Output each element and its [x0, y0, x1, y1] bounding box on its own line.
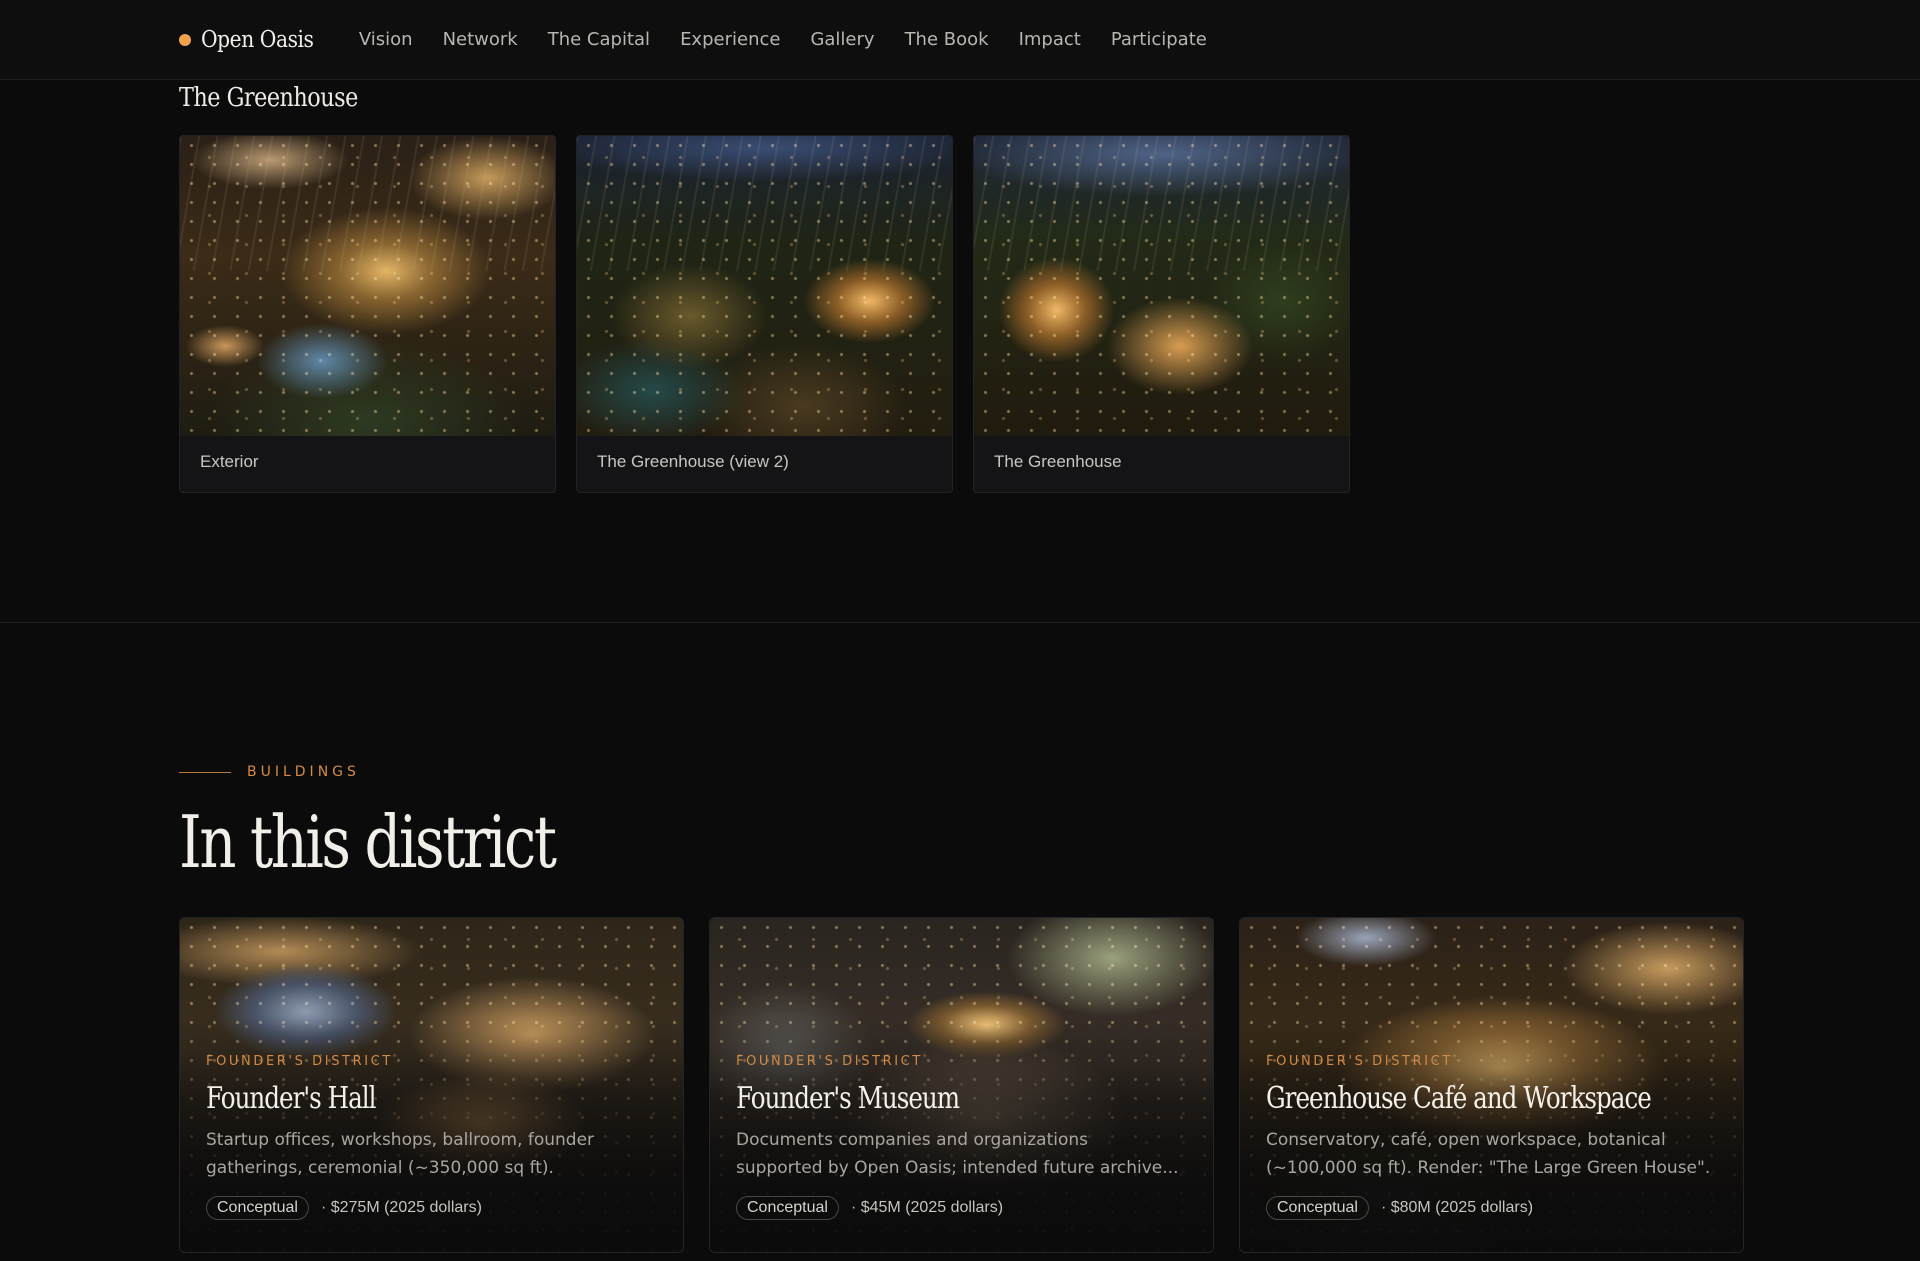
status-badge: Conceptual [206, 1196, 309, 1220]
buildings-grid: FOUNDER'S DISTRICT Founder's Hall Startu… [179, 917, 1744, 1253]
gallery-caption: Exterior [200, 452, 259, 471]
building-cost: · $275M (2025 dollars) [320, 1199, 482, 1216]
eyebrow-label: BUILDINGS [247, 764, 360, 780]
gallery-card-exterior[interactable]: Exterior [179, 135, 556, 493]
nav-link-network[interactable]: Network [443, 29, 518, 50]
building-cost: · $80M (2025 dollars) [1380, 1199, 1534, 1216]
building-card-founders-hall[interactable]: FOUNDER'S DISTRICT Founder's Hall Startu… [179, 917, 684, 1253]
section-title: In this district [179, 800, 557, 884]
nav-link-vision[interactable]: Vision [359, 29, 413, 50]
gallery-grid: Exterior The Greenhouse (view 2) The Gre… [179, 135, 1350, 493]
building-description: Startup offices, workshops, ballroom, fo… [206, 1130, 595, 1178]
brand-logo[interactable]: Open Oasis [179, 27, 329, 53]
brand-dot-icon [179, 33, 191, 46]
gallery-image [577, 136, 952, 436]
status-badge: Conceptual [736, 1196, 839, 1220]
building-cost: · $45M (2025 dollars) [850, 1199, 1004, 1216]
nav-link-experience[interactable]: Experience [680, 29, 780, 50]
nav-link-impact[interactable]: Impact [1019, 29, 1081, 50]
building-district: FOUNDER'S DISTRICT [1266, 1054, 1453, 1069]
brand-name: Open Oasis [201, 26, 314, 53]
building-description: Documents companies and organizations su… [736, 1130, 1179, 1178]
gallery-image [180, 136, 555, 436]
building-name: Founder's Hall [206, 1081, 377, 1116]
top-nav: Open Oasis Vision Network The Capital Ex… [0, 0, 1920, 80]
eyebrow-rule [179, 771, 231, 773]
building-card-founders-museum[interactable]: FOUNDER'S DISTRICT Founder's Museum Docu… [709, 917, 1214, 1253]
building-district: FOUNDER'S DISTRICT [206, 1054, 393, 1069]
building-district: FOUNDER'S DISTRICT [736, 1054, 923, 1069]
gallery-image [974, 136, 1349, 436]
building-name: Greenhouse Café and Workspace [1266, 1081, 1652, 1116]
building-name: Founder's Museum [736, 1081, 960, 1116]
gallery-caption: The Greenhouse [994, 452, 1122, 471]
gallery-caption: The Greenhouse (view 2) [597, 452, 789, 471]
nav-link-the-book[interactable]: The Book [905, 29, 989, 50]
building-card-greenhouse-cafe[interactable]: FOUNDER'S DISTRICT Greenhouse Café and W… [1239, 917, 1744, 1253]
nav-link-gallery[interactable]: Gallery [810, 29, 874, 50]
nav-links: Vision Network The Capital Experience Ga… [359, 29, 1237, 50]
nav-link-the-capital[interactable]: The Capital [548, 29, 650, 50]
section-eyebrow: BUILDINGS [179, 764, 360, 780]
gallery-title: The Greenhouse [179, 83, 358, 113]
nav-link-participate[interactable]: Participate [1111, 29, 1207, 50]
building-description: Conservatory, café, open workspace, bota… [1266, 1130, 1711, 1178]
status-badge: Conceptual [1266, 1196, 1369, 1220]
gallery-card-greenhouse[interactable]: The Greenhouse [973, 135, 1350, 493]
section-divider [0, 622, 1920, 623]
gallery-card-view-2[interactable]: The Greenhouse (view 2) [576, 135, 953, 493]
